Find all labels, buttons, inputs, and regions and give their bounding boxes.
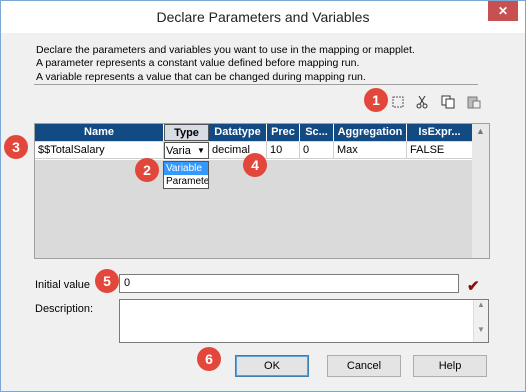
cancel-button[interactable]: Cancel — [327, 355, 401, 377]
type-option-parameter[interactable]: Paramete — [164, 175, 208, 188]
header-name[interactable]: Name — [35, 124, 164, 141]
header-type[interactable]: Type — [164, 124, 209, 141]
description-label: Description: — [35, 303, 94, 315]
type-select-value: Varia — [166, 145, 191, 157]
scroll-up-icon[interactable]: ▲ — [472, 126, 489, 136]
close-icon: ✕ — [497, 4, 509, 18]
grid-header: Name Type Datatype Prec Sc... Aggregatio… — [35, 124, 473, 142]
scroll-up-icon[interactable]: ▲ — [474, 300, 488, 309]
initial-value-label: Initial value — [35, 279, 91, 291]
header-prec[interactable]: Prec — [267, 124, 300, 141]
callout-5: 5 — [95, 269, 119, 293]
type-dropdown-list[interactable]: Variable Paramete — [163, 161, 209, 189]
description-scrollbar[interactable]: ▲ ▼ — [473, 300, 488, 342]
chevron-down-icon[interactable]: ▼ — [195, 145, 207, 157]
description-text: Declare the parameters and variables you… — [36, 44, 415, 84]
checkmark-icon[interactable]: ✔ — [467, 277, 480, 295]
ok-button[interactable]: OK — [235, 355, 309, 377]
cell-prec[interactable]: 10 — [267, 142, 300, 159]
header-aggregation[interactable]: Aggregation — [334, 124, 407, 141]
dialog-title: Declare Parameters and Variables — [156, 9, 370, 25]
separator — [34, 84, 478, 85]
title-bar: Declare Parameters and Variables ✕ — [1, 1, 525, 33]
cell-isexpr[interactable]: FALSE — [407, 142, 473, 159]
header-isexpr[interactable]: IsExpr... — [407, 124, 473, 141]
grid-scrollbar[interactable]: ▲ — [472, 124, 489, 258]
paste-icon[interactable] — [465, 95, 483, 113]
type-option-variable[interactable]: Variable — [164, 162, 208, 175]
cell-scale[interactable]: 0 — [300, 142, 334, 159]
copy-icon[interactable] — [439, 95, 457, 113]
cut-icon[interactable] — [413, 95, 431, 113]
callout-6: 6 — [197, 347, 221, 371]
description-line-3: A variable represents a value that can b… — [36, 70, 366, 83]
dialog-window: Declare Parameters and Variables ✕ Decla… — [0, 0, 526, 392]
cell-aggregation[interactable]: Max — [334, 142, 407, 159]
callout-4: 4 — [243, 153, 267, 177]
callout-1: 1 — [364, 88, 388, 112]
description-line-1: Declare the parameters and variables you… — [36, 44, 415, 56]
variables-grid[interactable]: Name Type Datatype Prec Sc... Aggregatio… — [34, 123, 490, 259]
callout-2: 2 — [135, 158, 159, 182]
cell-name[interactable]: $$TotalSalary — [35, 142, 164, 159]
initial-value-input[interactable]: 0 — [119, 274, 459, 293]
header-scale[interactable]: Sc... — [300, 124, 334, 141]
new-icon[interactable] — [389, 95, 407, 113]
scroll-down-icon[interactable]: ▼ — [474, 325, 488, 334]
description-textarea[interactable]: ▲ ▼ — [119, 299, 489, 343]
close-button[interactable]: ✕ — [488, 1, 518, 21]
header-datatype[interactable]: Datatype — [209, 124, 267, 141]
type-select[interactable]: Varia ▼ — [164, 142, 209, 159]
description-line-2: A parameter represents a constant value … — [36, 57, 360, 70]
toolbar — [389, 95, 485, 113]
help-button[interactable]: Help — [413, 355, 487, 377]
callout-3: 3 — [4, 135, 28, 159]
